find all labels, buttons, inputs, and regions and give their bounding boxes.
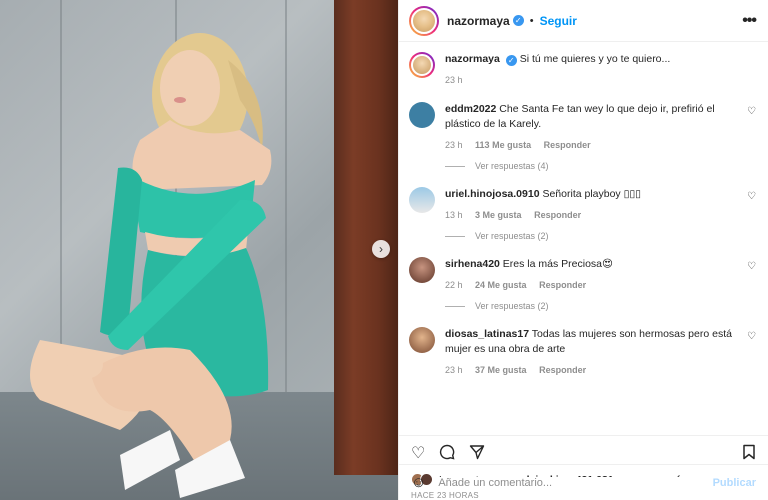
comment-username[interactable]: uriel.hinojosa.0910: [445, 188, 540, 200]
post-photo[interactable]: ›: [0, 0, 398, 500]
comment-item: eddm2022 Che Santa Fe tan wey lo que dej…: [409, 102, 756, 153]
comment-time: 13 h: [445, 210, 463, 220]
comment-like-heart-icon[interactable]: ♡: [742, 191, 756, 223]
reply-button[interactable]: Responder: [534, 210, 581, 220]
comment-like-heart-icon[interactable]: ♡: [742, 106, 756, 153]
view-replies-button[interactable]: Ver respuestas (2): [445, 231, 756, 241]
comment-text: Eres la más Preciosa😍: [502, 258, 613, 270]
heart-icon[interactable]: ♡: [411, 445, 425, 462]
comment-item: sirhena420 Eres la más Preciosa😍 22 h 24…: [409, 257, 756, 293]
view-replies-label: Ver respuestas (2): [475, 301, 549, 311]
bookmark-icon[interactable]: [742, 444, 756, 464]
view-replies-label: Ver respuestas (2): [475, 231, 549, 241]
comment-icon[interactable]: [439, 444, 455, 464]
reply-button[interactable]: Responder: [539, 280, 586, 290]
verified-badge-icon: ✓: [505, 55, 517, 66]
post-header: nazormaya ✓ • Seguir •••: [399, 0, 768, 42]
comment-time: 23 h: [445, 365, 463, 375]
more-options-icon[interactable]: •••: [742, 12, 757, 30]
caption-text: Si tú me quieres y yo te quiero...: [519, 53, 671, 65]
share-icon[interactable]: [469, 444, 485, 464]
emoji-icon[interactable]: ☺: [411, 474, 426, 491]
commenter-avatar[interactable]: [409, 187, 435, 213]
caption-avatar[interactable]: [409, 52, 435, 78]
reply-button[interactable]: Responder: [539, 365, 586, 375]
commenter-avatar[interactable]: [409, 327, 435, 353]
caption-time: 23 h: [445, 75, 463, 85]
comments-list[interactable]: nazormaya ✓ Si tú me quieres y yo te qui…: [399, 42, 768, 435]
author-avatar[interactable]: [409, 5, 439, 36]
commenter-avatar[interactable]: [409, 257, 435, 283]
comment-item: diosas_latinas17 Todas las mujeres son h…: [409, 327, 756, 378]
post-caption: nazormaya ✓ Si tú me quieres y yo te qui…: [409, 52, 756, 88]
comment-like-heart-icon[interactable]: ♡: [742, 331, 756, 378]
comment-username[interactable]: eddm2022: [445, 103, 496, 115]
view-replies-button[interactable]: Ver respuestas (2): [445, 301, 756, 311]
verified-badge-icon: ✓: [512, 15, 524, 26]
view-replies-label: Ver respuestas (4): [475, 161, 549, 171]
photo-woman-figure: [30, 33, 272, 498]
next-photo-button[interactable]: ›: [372, 240, 390, 258]
author-username[interactable]: nazormaya: [447, 14, 510, 28]
comment-time: 23 h: [445, 140, 463, 150]
publish-button[interactable]: Publicar: [713, 477, 756, 489]
post-side-panel: nazormaya ✓ • Seguir ••• nazormaya ✓ Si …: [398, 0, 768, 500]
comment-username[interactable]: sirhena420: [445, 258, 500, 270]
caption-username[interactable]: nazormaya: [445, 53, 500, 65]
comment-likes[interactable]: 3 Me gusta: [475, 210, 522, 220]
comment-time: 22 h: [445, 280, 463, 290]
header-separator: •: [529, 14, 534, 27]
add-comment-bar: ☺ Publicar: [399, 464, 768, 500]
comment-likes[interactable]: 113 Me gusta: [475, 140, 531, 150]
comment-username[interactable]: diosas_latinas17: [445, 328, 529, 340]
comment-likes[interactable]: 37 Me gusta: [475, 365, 527, 375]
comment-item: uriel.hinojosa.0910 Señorita playboy ▯▯▯…: [409, 187, 756, 223]
reply-button[interactable]: Responder: [544, 140, 591, 150]
comment-input[interactable]: [438, 476, 713, 489]
comment-like-heart-icon[interactable]: ♡: [742, 261, 756, 293]
view-replies-button[interactable]: Ver respuestas (4): [445, 161, 756, 171]
comment-likes[interactable]: 24 Me gusta: [475, 280, 527, 290]
commenter-avatar[interactable]: [409, 102, 435, 128]
instagram-post-modal: › nazormaya ✓ • Seguir ••• nazormaya ✓ S…: [0, 0, 768, 500]
comment-text: Señorita playboy ▯▯▯: [542, 188, 641, 200]
follow-button[interactable]: Seguir: [540, 14, 577, 28]
